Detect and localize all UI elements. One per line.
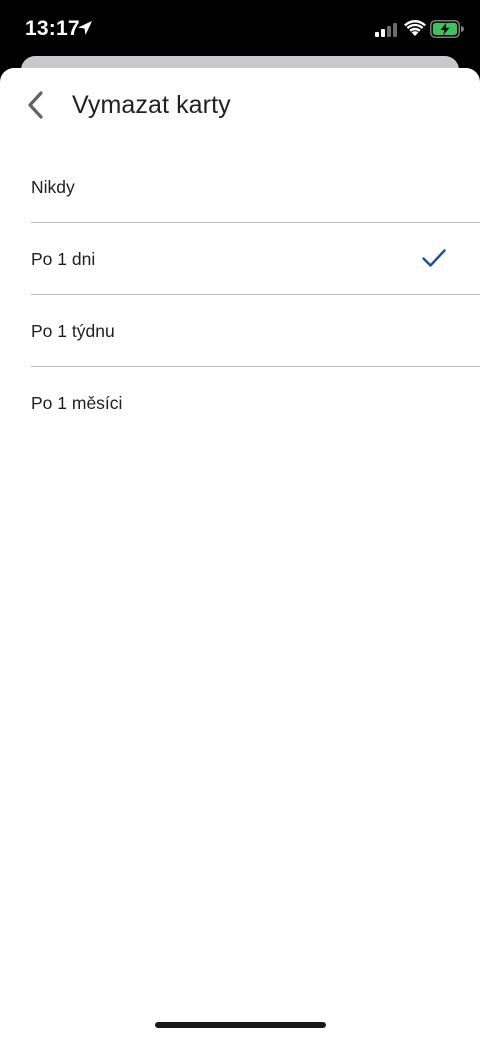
option-label: Po 1 dni <box>31 249 96 269</box>
phone-screen: 13:17 Vymazat karty Nikdy Po 1 dni Po 1 … <box>0 0 480 1039</box>
option-never[interactable]: Nikdy <box>0 151 480 223</box>
cellular-signal-icon <box>375 23 397 37</box>
status-bar: 13:17 <box>0 0 480 58</box>
navigation-bar: Vymazat karty <box>0 68 480 144</box>
option-label: Po 1 týdnu <box>31 321 115 341</box>
page-title: Vymazat karty <box>72 91 231 119</box>
checkmark-icon <box>422 249 446 267</box>
option-after-1-day[interactable]: Po 1 dni <box>0 223 480 295</box>
status-time: 13:17 <box>25 17 80 40</box>
option-label: Nikdy <box>31 177 75 197</box>
chevron-left-icon[interactable] <box>20 88 54 122</box>
home-indicator[interactable] <box>155 1022 326 1028</box>
battery-charging-icon <box>430 20 464 38</box>
option-label: Po 1 měsíci <box>31 393 123 413</box>
settings-sheet: Vymazat karty Nikdy Po 1 dni Po 1 týdnu … <box>0 68 480 1039</box>
close-tabs-options: Nikdy Po 1 dni Po 1 týdnu Po 1 měsíci <box>0 151 480 439</box>
location-arrow-icon <box>78 21 92 35</box>
option-after-1-week[interactable]: Po 1 týdnu <box>0 295 480 367</box>
wifi-icon <box>404 20 426 36</box>
option-after-1-month[interactable]: Po 1 měsíci <box>0 367 480 439</box>
